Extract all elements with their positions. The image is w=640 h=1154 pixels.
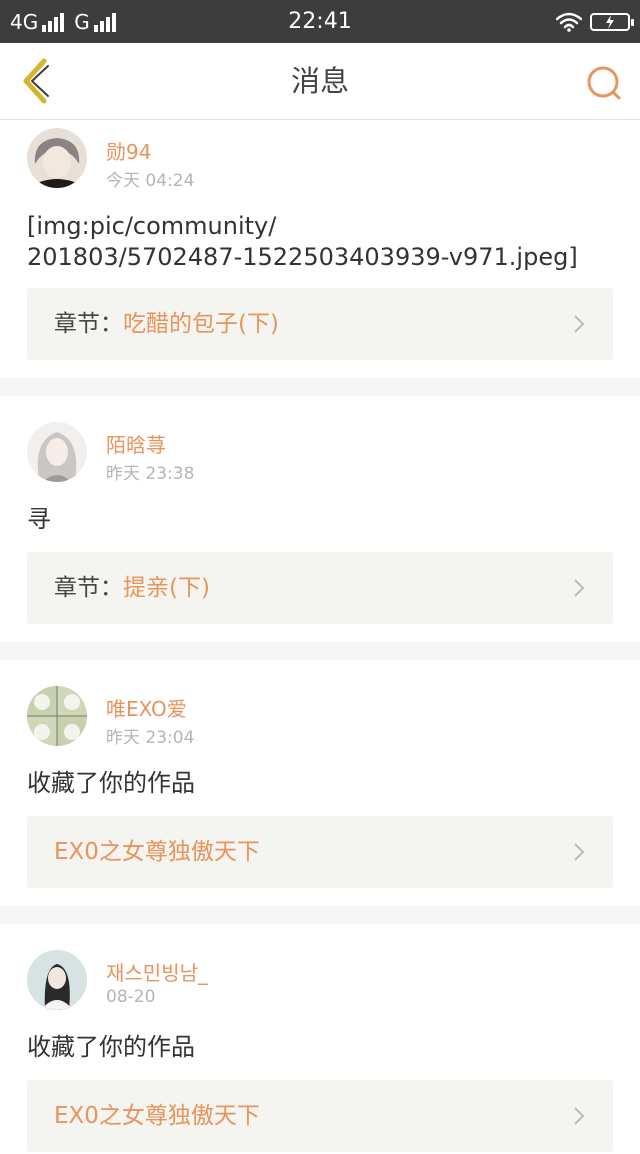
- wifi-icon: [556, 12, 582, 32]
- avatar-image: [27, 128, 87, 188]
- work-title: EX0之女尊独傲天下: [54, 839, 260, 865]
- message-card: 勋94 今天 04:24 [img:pic/community/ 201803/…: [0, 120, 640, 378]
- chapter-title: 提亲(下): [123, 575, 210, 601]
- message-content: 收藏了你的作品: [27, 769, 195, 797]
- message-time: 今天 04:24: [106, 171, 195, 191]
- search-button[interactable]: [582, 61, 626, 105]
- avatar-image: [27, 950, 87, 1010]
- chapter-title: 吃醋的包子(下): [123, 311, 279, 337]
- avatar[interactable]: [27, 422, 87, 482]
- chevron-right-icon: [574, 1107, 585, 1125]
- status-bar: 4G G 22:41: [0, 0, 640, 43]
- chevron-right-icon: [574, 579, 585, 597]
- avatar[interactable]: [27, 128, 87, 188]
- status-time: 22:41: [288, 9, 352, 34]
- message-card: 재스민빙남_ 08-20 收藏了你的作品 EX0之女尊独傲天下: [0, 924, 640, 1154]
- message-content: 收藏了你的作品: [27, 1033, 195, 1061]
- avatar[interactable]: [27, 686, 87, 746]
- message-content-line-2: 201803/5702487-1522503403939-v971.jpeg]: [27, 243, 578, 271]
- avatar[interactable]: [27, 950, 87, 1010]
- avatar-image: [27, 422, 87, 482]
- message-card: 陌晗荨 昨天 23:38 寻 章节：提亲(下): [0, 396, 640, 642]
- message-content: [img:pic/community/ 201803/5702487-15225…: [27, 211, 620, 273]
- chapter-prefix: 章节：: [54, 575, 123, 601]
- user-name[interactable]: 勋94: [106, 136, 151, 165]
- chapter-text: EX0之女尊独傲天下: [54, 1080, 260, 1152]
- message-time: 昨天 23:04: [106, 728, 195, 748]
- chevron-right-icon: [574, 315, 585, 333]
- message-list: 勋94 今天 04:24 [img:pic/community/ 201803/…: [0, 120, 640, 1154]
- work-title: EX0之女尊独傲天下: [54, 1103, 260, 1129]
- user-name[interactable]: 陌晗荨: [106, 429, 166, 458]
- chapter-text: 章节：吃醋的包子(下): [54, 288, 279, 360]
- nav-bar: 消息: [0, 43, 640, 120]
- chevron-right-icon: [574, 843, 585, 861]
- message-card: 唯EXO爱 昨天 23:04 收藏了你的作品 EX0之女尊独傲天下: [0, 660, 640, 906]
- search-icon: [587, 66, 621, 100]
- battery-charging-icon: [590, 12, 634, 31]
- message-time: 昨天 23:38: [106, 464, 195, 484]
- chapter-text: 章节：提亲(下): [54, 552, 210, 624]
- chapter-prefix: 章节：: [54, 311, 123, 337]
- message-content-line-1: [img:pic/community/: [27, 212, 277, 240]
- status-right: [556, 0, 634, 43]
- message-content: 寻: [27, 505, 51, 533]
- user-name[interactable]: 재스민빙남_: [106, 957, 208, 986]
- chapter-link[interactable]: 章节：吃醋的包子(下): [27, 288, 613, 360]
- avatar-image: [27, 686, 87, 746]
- chapter-text: EX0之女尊独傲天下: [54, 816, 260, 888]
- work-link[interactable]: EX0之女尊独傲天下: [27, 816, 613, 888]
- user-name[interactable]: 唯EXO爱: [106, 693, 187, 722]
- chapter-link[interactable]: 章节：提亲(下): [27, 552, 613, 624]
- page-title: 消息: [290, 64, 349, 98]
- work-link[interactable]: EX0之女尊独傲天下: [27, 1080, 613, 1152]
- message-time: 08-20: [106, 987, 156, 1007]
